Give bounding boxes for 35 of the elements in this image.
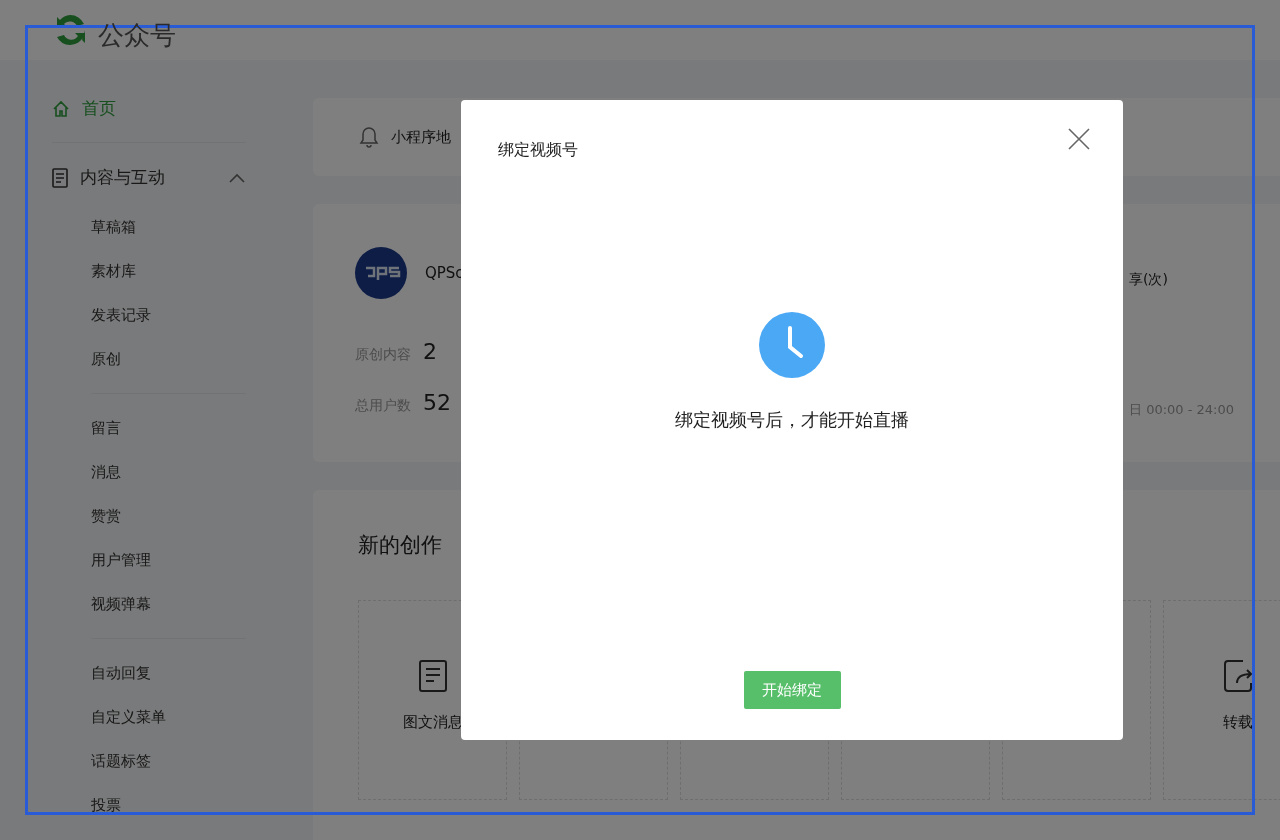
nav-item[interactable]: 视频弹幕: [91, 582, 246, 626]
close-button[interactable]: [1068, 128, 1090, 150]
app-title: 公众号: [98, 18, 176, 52]
account-name: QPSc: [425, 262, 464, 284]
dialog-message: 绑定视频号后，才能开始直播: [675, 408, 909, 432]
document-icon: [417, 658, 448, 693]
start-binding-button[interactable]: 开始绑定: [743, 671, 841, 709]
nav-item[interactable]: 原创: [91, 337, 246, 381]
nav-item[interactable]: 用户管理: [91, 538, 246, 582]
nav-item[interactable]: 发表记录: [91, 293, 246, 337]
nav-item[interactable]: 素材库: [91, 249, 246, 293]
create-option[interactable]: 转载: [1163, 599, 1280, 800]
section-title: 新的创作: [358, 532, 443, 559]
dialog-title: 绑定视频号: [498, 139, 578, 161]
nav-item[interactable]: 首页: [52, 94, 246, 124]
stat-value: 2: [423, 338, 437, 366]
document-icon: [52, 168, 68, 188]
avatar-logo: [355, 247, 407, 299]
share-document-icon: [1222, 658, 1253, 693]
nav-item[interactable]: 草稿箱: [91, 205, 246, 249]
notice-text[interactable]: 小程序地: [391, 125, 451, 149]
metric-label: 享(次): [1129, 270, 1169, 289]
nav-item[interactable]: 自定义菜单: [91, 695, 246, 739]
nav-item[interactable]: 投票: [91, 783, 246, 827]
clock-icon: [759, 312, 825, 378]
nav-item[interactable]: 消息: [91, 450, 246, 494]
home-icon: [52, 100, 70, 118]
nav-item[interactable]: 赞赏: [91, 494, 246, 538]
bell-icon: [359, 126, 379, 148]
nav-item[interactable]: 自动回复: [91, 651, 246, 695]
chevron-up-icon: [228, 173, 246, 183]
nav-item[interactable]: 话题标签: [91, 739, 246, 783]
nav-group[interactable]: 内容与互动: [52, 163, 246, 193]
stat-value: 52: [423, 389, 451, 417]
nav-item[interactable]: 留言: [91, 406, 246, 450]
